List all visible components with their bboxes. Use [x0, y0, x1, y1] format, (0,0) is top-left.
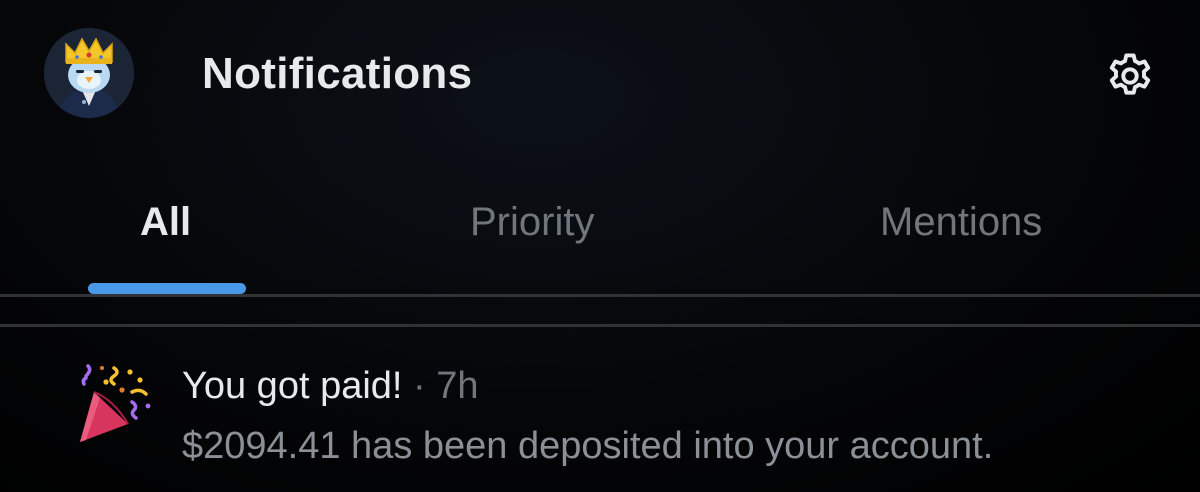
tab-bar: All Priority Mentions	[0, 180, 1200, 298]
tab-mentions-label: Mentions	[880, 200, 1043, 244]
notifications-screen: Notifications All Priority Mentions You …	[0, 0, 1200, 492]
notification-item[interactable]: You got paid! · 7h $2094.41 has been dep…	[0, 340, 1200, 492]
tab-priority-label: Priority	[470, 200, 595, 244]
tab-mentions[interactable]: Mentions	[750, 180, 1200, 298]
avatar[interactable]	[44, 28, 134, 118]
party-popper-icon	[76, 362, 160, 446]
settings-button[interactable]	[1104, 50, 1156, 102]
active-tab-indicator	[88, 283, 246, 294]
notification-body: $2094.41 has been deposited into your ac…	[182, 425, 994, 467]
tab-bar-divider	[0, 294, 1200, 297]
tab-priority[interactable]: Priority	[330, 180, 750, 298]
page-title: Notifications	[202, 49, 473, 98]
gear-icon	[1109, 53, 1151, 95]
notification-separator: ·	[413, 365, 426, 407]
list-divider	[0, 324, 1200, 327]
tab-all-label: All	[140, 200, 192, 244]
tab-all[interactable]: All	[0, 180, 330, 298]
notification-time: 7h	[436, 365, 479, 407]
notification-title: You got paid!	[182, 365, 403, 407]
notification-title-line: You got paid! · 7h	[182, 362, 479, 410]
crowned-bird-avatar-icon	[44, 28, 134, 118]
